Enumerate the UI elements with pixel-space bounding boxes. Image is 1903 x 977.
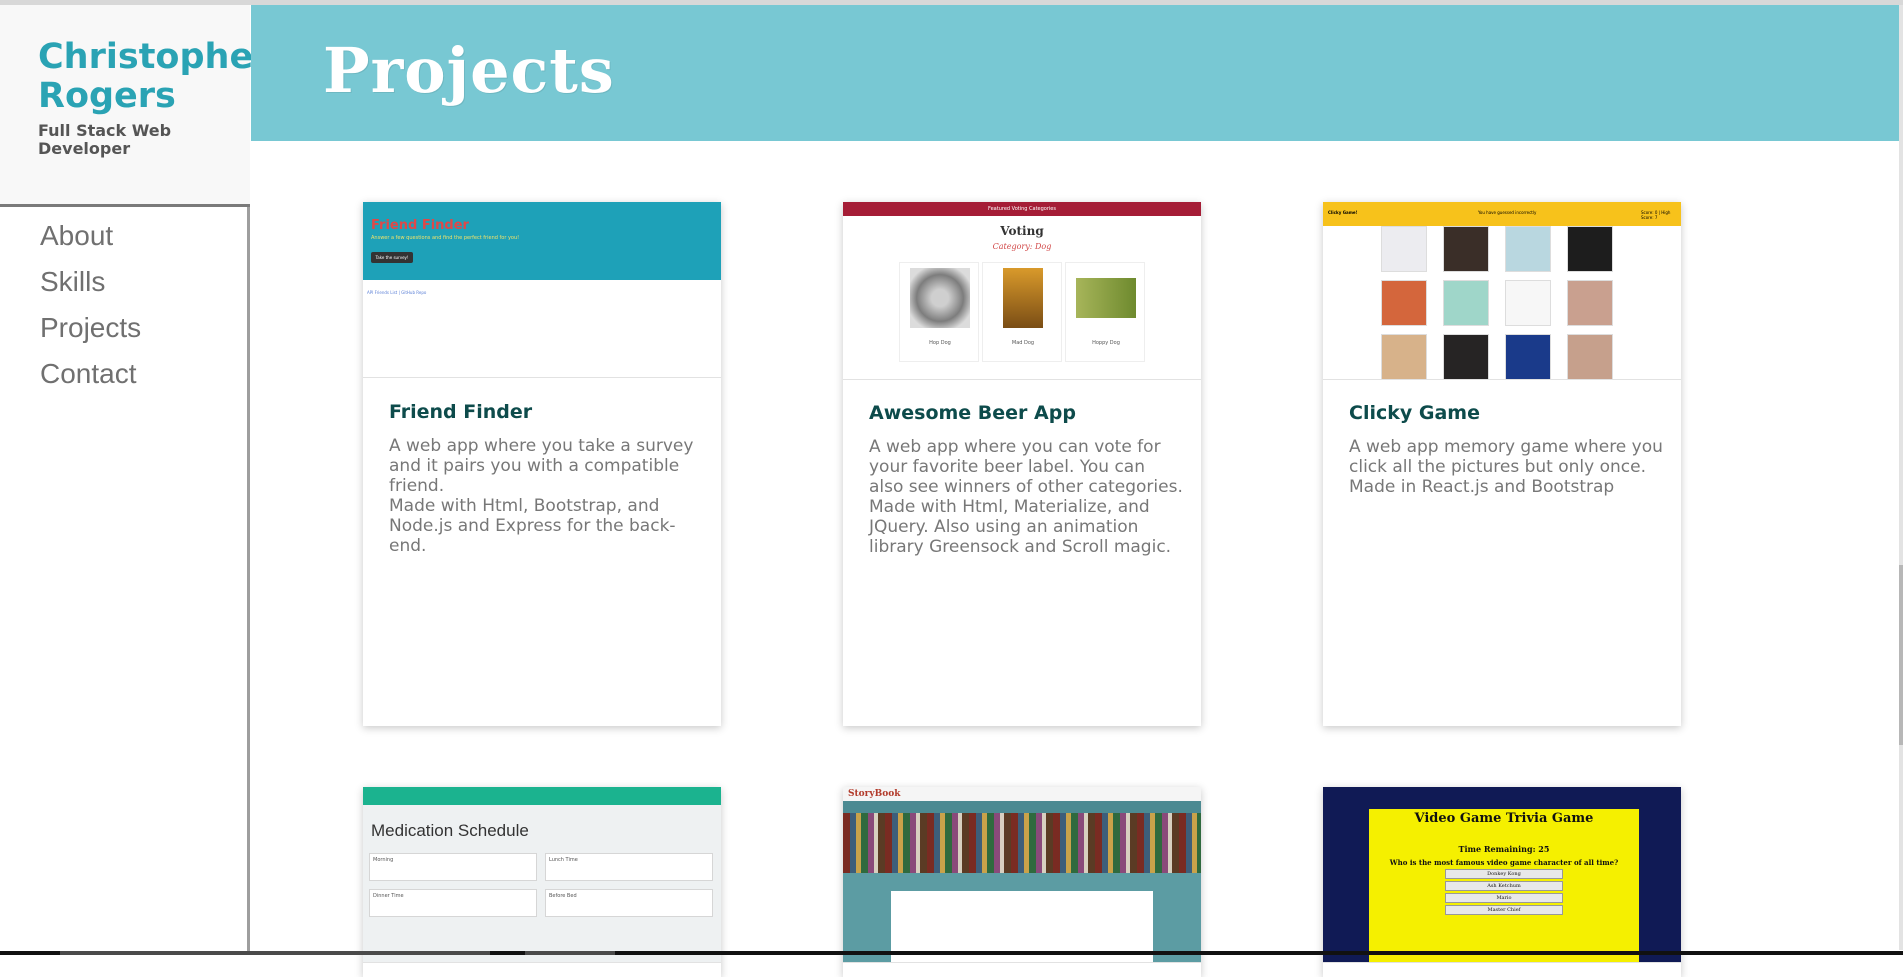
game-tile — [1505, 334, 1551, 379]
card-body: Friend Finder A web app where you take a… — [389, 399, 704, 556]
page-title: Projects — [323, 34, 615, 107]
thumb-heading: Medication Schedule — [371, 821, 529, 840]
thumb-nav — [843, 801, 1201, 813]
game-tile — [1443, 280, 1489, 326]
thumb-answer-option: Ash Ketchum — [1445, 881, 1563, 891]
thumb-heading: Friend Finder — [371, 218, 469, 233]
card-description: A web app where you can vote for your fa… — [869, 437, 1184, 557]
thumb-heading: Voting — [1000, 224, 1044, 238]
nav-link-skills[interactable]: Skills — [40, 259, 141, 305]
project-screenshot: Featured Voting Categories Voting Catego… — [843, 202, 1201, 380]
game-tile — [1381, 226, 1427, 272]
thumb-category: Category: Dog — [992, 242, 1052, 251]
card-desc-line: Made with Html, Materialize, and JQuery.… — [869, 497, 1172, 557]
project-card-trivia-game[interactable]: Video Game Trivia Game Time Remaining: 2… — [1323, 787, 1681, 977]
card-description: A web app memory game where you click al… — [1349, 437, 1664, 497]
window-bottom-edge — [0, 951, 1903, 955]
beer-label-image — [910, 268, 970, 328]
thumb-nav-center: You have guessed incorrectly — [1478, 210, 1537, 215]
beer-label-image — [1076, 278, 1136, 318]
thumb-hero: Friend Finder Answer a few questions and… — [363, 202, 721, 280]
thumb-game-panel: Video Game Trivia Game Time Remaining: 2… — [1369, 809, 1639, 962]
schedule-box: Lunch Time — [545, 853, 713, 881]
bottom-edge-segment — [60, 951, 490, 955]
nav-link-projects[interactable]: Projects — [40, 305, 141, 351]
thumb-logo: StoryBook — [848, 789, 901, 799]
thumb-question: Who is the most famous video game charac… — [1389, 858, 1619, 867]
project-screenshot: Video Game Trivia Game Time Remaining: 2… — [1323, 787, 1681, 963]
project-screenshot: StoryBook — [843, 787, 1201, 963]
owner-last-name: Rogers — [38, 76, 176, 116]
thumb-answer-option: Donkey Kong — [1445, 869, 1563, 879]
thumb-nav — [363, 787, 721, 805]
nav-link-about[interactable]: About — [40, 213, 141, 259]
beer-name: Hoppy Dog — [1092, 340, 1120, 346]
card-title: Friend Finder — [389, 401, 533, 423]
schedule-box: Morning — [369, 853, 537, 881]
game-tile — [1567, 334, 1613, 379]
project-screenshot: Clicky Game! You have guessed incorrectl… — [1323, 202, 1681, 380]
card-desc-line: A web app where you take a survey and it… — [389, 436, 694, 496]
project-screenshot: Medication Schedule Morning Lunch Time D… — [363, 787, 721, 963]
card-body: Clicky Game A web app memory game where … — [1349, 400, 1664, 497]
thumb-top-bar: StoryBook — [843, 787, 1201, 801]
thumb-links: API Friends List | GitHub Repo — [367, 290, 427, 295]
card-title: Awesome Beer App — [869, 402, 1076, 424]
thumb-time-remaining: Time Remaining: 25 — [1458, 844, 1550, 854]
sidebar: Christopher Rogers Full Stack Web Develo… — [0, 5, 270, 951]
card-description: A web app where you take a survey and it… — [389, 436, 704, 556]
thumb-nav-right: Score: 0 | High Score: 7 — [1641, 210, 1671, 220]
scrollbar-thumb[interactable] — [1899, 565, 1903, 745]
schedule-box: Dinner Time — [369, 889, 537, 917]
game-tile — [1443, 334, 1489, 379]
page-scrollbar[interactable] — [1899, 5, 1903, 950]
schedule-box: Before Bed — [545, 889, 713, 917]
project-screenshot: Friend Finder Answer a few questions and… — [363, 202, 721, 378]
thumb-nav: Featured Voting Categories — [843, 202, 1201, 216]
game-tile — [1443, 226, 1489, 272]
thumb-nav-left: Clicky Game! — [1328, 210, 1358, 215]
owner-subtitle: Full Stack Web Developer — [38, 121, 172, 158]
game-tile — [1381, 334, 1427, 379]
project-card-beer-app[interactable]: Featured Voting Categories Voting Catego… — [843, 202, 1201, 726]
thumb-beer-item: Mad Dog — [982, 262, 1062, 362]
thumb-beer-item: Hoppy Dog — [1065, 262, 1145, 362]
beer-name: Hop Dog — [929, 340, 951, 346]
page-header: Projects — [251, 5, 1899, 141]
thumb-subheading: Answer a few questions and find the perf… — [371, 235, 520, 241]
thumb-nav: Clicky Game! You have guessed incorrectl… — [1323, 202, 1681, 226]
project-card-storybook[interactable]: StoryBook — [843, 787, 1201, 977]
thumb-answer-option: Mario — [1445, 893, 1563, 903]
bottom-edge-segment — [525, 951, 615, 955]
card-desc-line: A web app memory game where you click al… — [1349, 437, 1663, 477]
project-card-friend-finder[interactable]: Friend Finder Answer a few questions and… — [363, 202, 721, 726]
game-tile — [1381, 280, 1427, 326]
card-desc-line: Made with Html, Bootstrap, and Node.js a… — [389, 496, 676, 556]
beer-name: Mad Dog — [1011, 340, 1035, 346]
owner-first-name: Christopher — [38, 37, 271, 77]
project-card-clicky-game[interactable]: Clicky Game! You have guessed incorrectl… — [1323, 202, 1681, 726]
game-tile — [1505, 226, 1551, 272]
project-card-medication-schedule[interactable]: Medication Schedule Morning Lunch Time D… — [363, 787, 721, 977]
thumb-heading: Video Game Trivia Game — [1414, 811, 1594, 826]
thumb-answer-option: Master Chief — [1445, 905, 1563, 915]
card-desc-line: A web app where you can vote for your fa… — [869, 437, 1183, 497]
main-nav: About Skills Projects Contact — [40, 213, 141, 397]
site-owner-name[interactable]: Christopher Rogers — [38, 38, 270, 116]
beer-label-image — [1003, 268, 1043, 328]
thumb-body — [843, 873, 1201, 962]
game-tile — [1505, 280, 1551, 326]
thumb-bookshelf-image — [843, 813, 1201, 873]
card-desc-line: Made in React.js and Bootstrap — [1349, 477, 1615, 497]
game-tile — [1567, 280, 1613, 326]
card-title: Clicky Game — [1349, 402, 1480, 424]
thumb-survey-button: Take the survey! — [371, 252, 413, 263]
thumb-beer-item: Hop Dog — [899, 262, 979, 362]
nav-link-contact[interactable]: Contact — [40, 351, 141, 397]
brand-block: Christopher Rogers Full Stack Web Develo… — [0, 5, 270, 207]
card-body: Awesome Beer App A web app where you can… — [869, 400, 1184, 557]
game-tile — [1567, 226, 1613, 272]
